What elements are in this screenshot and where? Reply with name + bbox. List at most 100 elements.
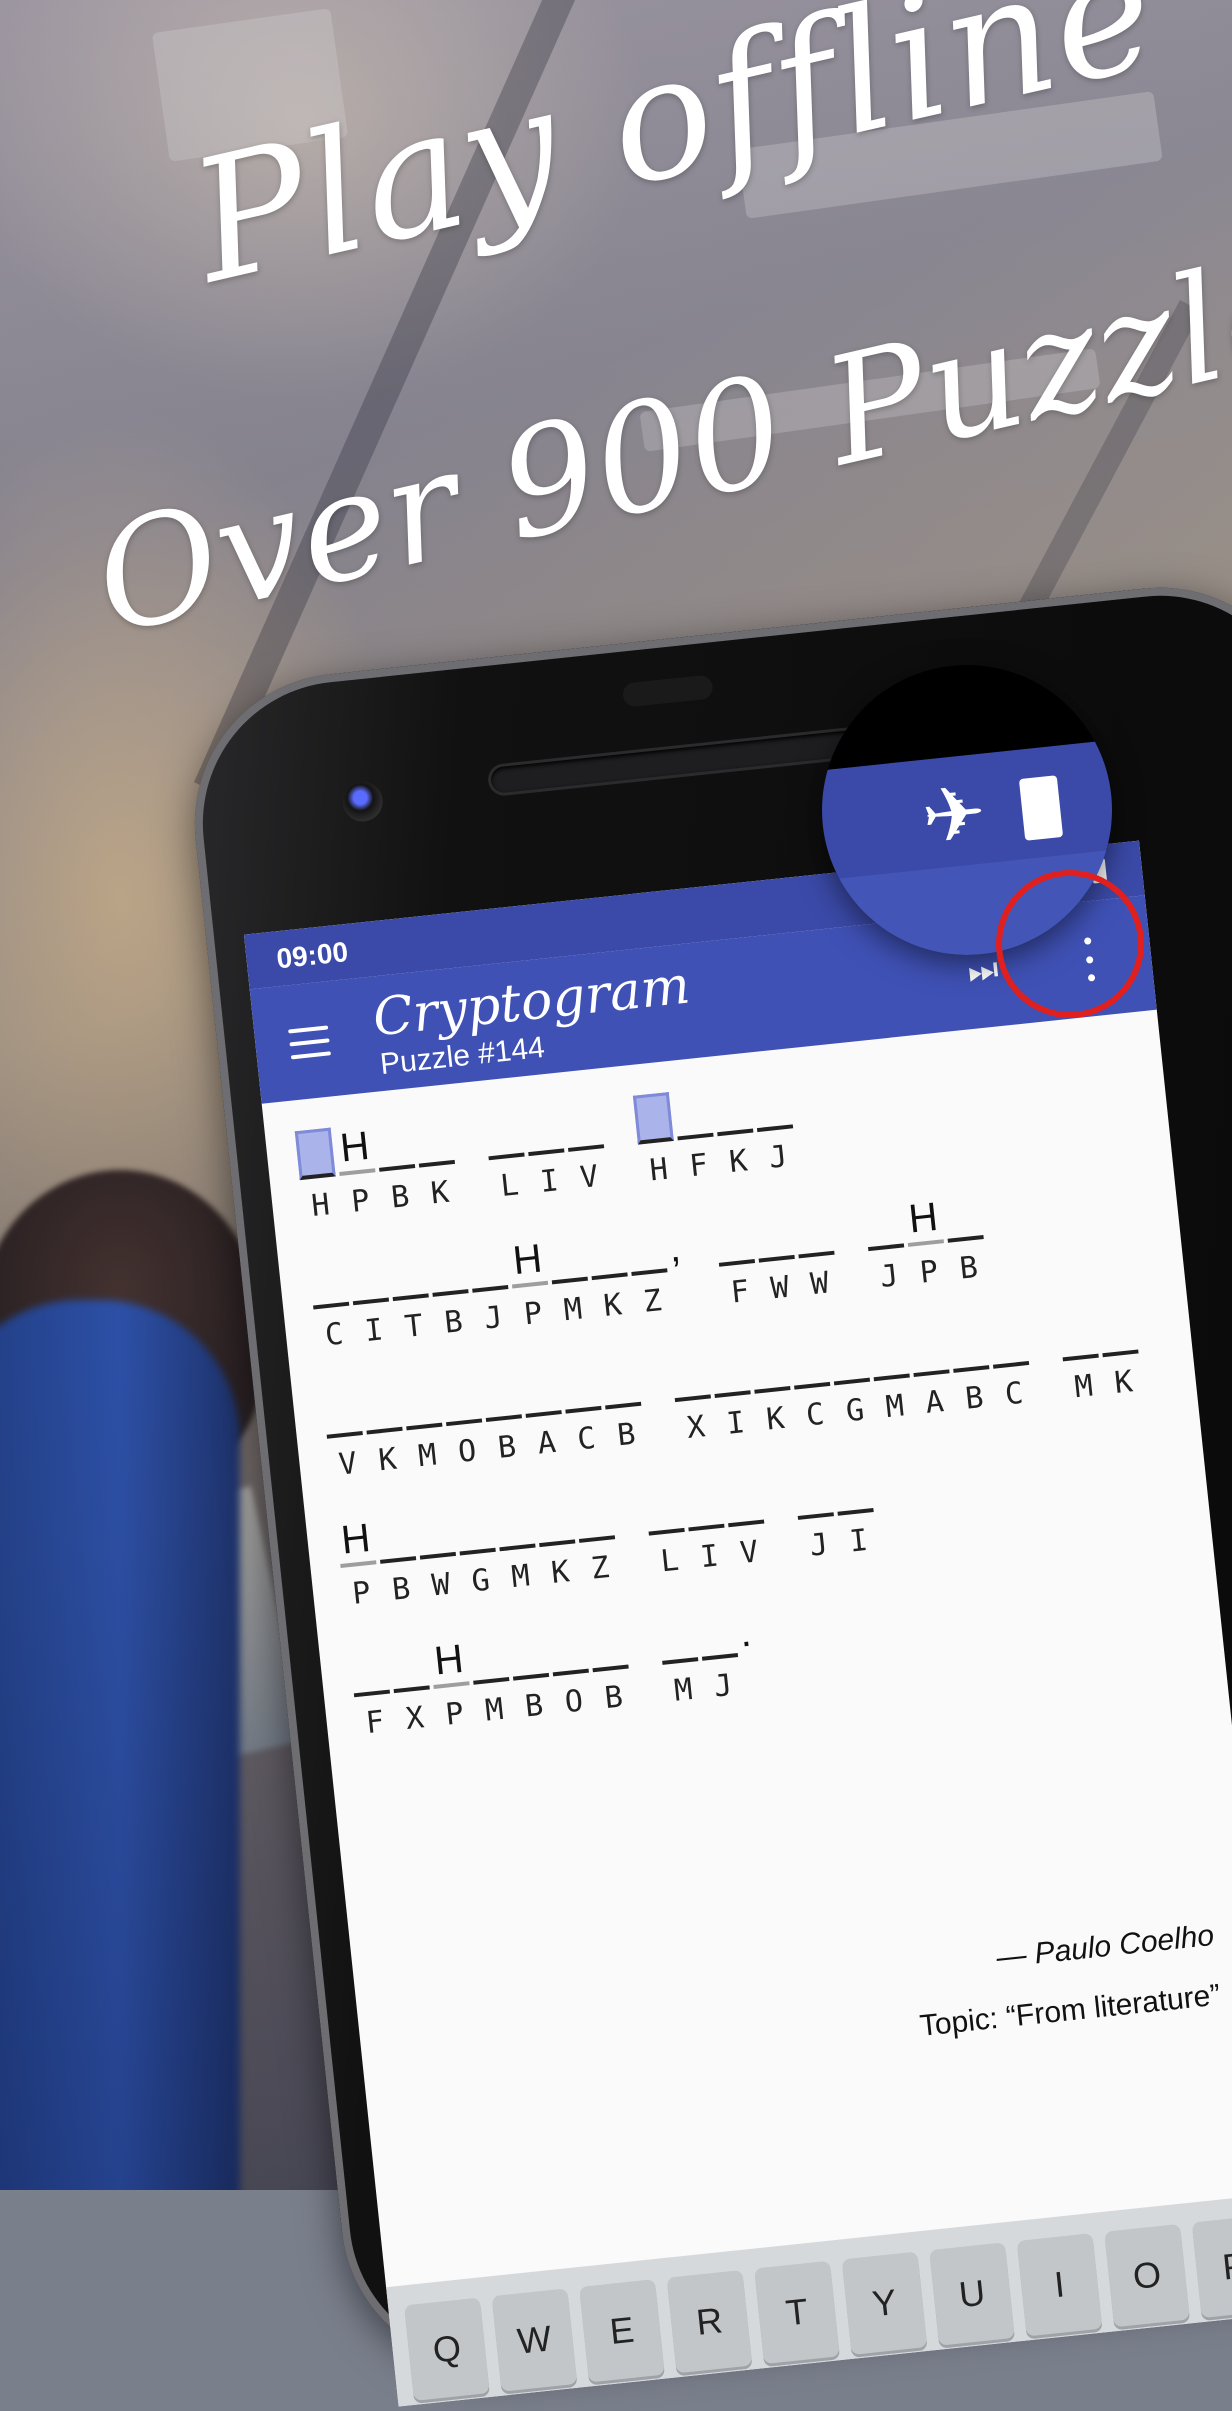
- answer-slot[interactable]: [669, 1348, 711, 1403]
- key-e[interactable]: E: [579, 2279, 665, 2383]
- letter-cell[interactable]: V: [321, 1385, 368, 1483]
- answer-slot[interactable]: [792, 1466, 834, 1520]
- letter-cell[interactable]: H: [294, 1127, 341, 1224]
- letter-cell[interactable]: J: [792, 1466, 839, 1564]
- answer-slot[interactable]: [467, 1239, 509, 1293]
- answer-slot[interactable]: [546, 1230, 588, 1285]
- letter-cell[interactable]: B: [600, 1355, 646, 1453]
- answer-slot[interactable]: [454, 1501, 496, 1556]
- letter-cell[interactable]: HP: [335, 1514, 381, 1612]
- answer-slot[interactable]: [508, 1627, 550, 1681]
- letter-cell[interactable]: C: [560, 1360, 607, 1457]
- letter-cell[interactable]: L: [483, 1106, 530, 1204]
- answer-slot[interactable]: [574, 1489, 616, 1543]
- answer-slot[interactable]: [308, 1255, 350, 1310]
- answer-slot[interactable]: [643, 1482, 685, 1536]
- letter-cell[interactable]: Z: [574, 1489, 620, 1587]
- answer-slot[interactable]: [600, 1355, 642, 1410]
- letter-cell[interactable]: K: [361, 1381, 408, 1478]
- letter-cell[interactable]: V: [723, 1473, 769, 1571]
- answer-slot[interactable]: [387, 1247, 429, 1302]
- letter-cell[interactable]: B: [375, 1510, 421, 1608]
- letter-cell[interactable]: A: [908, 1323, 955, 1421]
- answer-slot[interactable]: [414, 1506, 457, 1560]
- letter-cell[interactable]: K: [1097, 1303, 1144, 1401]
- letter-cell[interactable]: B: [427, 1243, 474, 1341]
- answer-slot[interactable]: [749, 1340, 791, 1394]
- answer-slot[interactable]: [441, 1372, 483, 1427]
- answer-slot[interactable]: H: [507, 1235, 549, 1289]
- answer-slot[interactable]: [657, 1611, 699, 1665]
- answer-slot[interactable]: [586, 1226, 628, 1281]
- letter-cell[interactable]: T: [387, 1247, 434, 1345]
- answer-slot[interactable]: [672, 1086, 714, 1141]
- answer-slot[interactable]: H: [902, 1193, 945, 1247]
- letter-cell[interactable]: K: [749, 1340, 795, 1438]
- letter-cell[interactable]: Z: [626, 1222, 673, 1320]
- key-r[interactable]: R: [666, 2269, 753, 2374]
- letter-cell[interactable]: F: [672, 1086, 719, 1184]
- key-p[interactable]: P: [1191, 2214, 1232, 2319]
- answer-slot[interactable]: [988, 1315, 1030, 1369]
- key-i[interactable]: I: [1016, 2233, 1103, 2337]
- answer-slot[interactable]: [480, 1368, 522, 1423]
- letter-cell[interactable]: K: [712, 1082, 758, 1180]
- letter-cell[interactable]: F: [714, 1213, 760, 1311]
- letter-cell[interactable]: M: [546, 1230, 593, 1328]
- key-t[interactable]: T: [754, 2260, 840, 2365]
- letter-cell[interactable]: O: [441, 1372, 487, 1470]
- letter-cell[interactable]: B: [942, 1189, 989, 1287]
- letter-cell[interactable]: I: [523, 1102, 569, 1200]
- letter-cell[interactable]: M: [401, 1376, 447, 1474]
- letter-cell[interactable]: W: [414, 1506, 461, 1603]
- letter-cell[interactable]: I: [348, 1251, 394, 1349]
- letter-cell[interactable]: I: [832, 1462, 879, 1560]
- answer-slot[interactable]: [948, 1319, 990, 1373]
- letter-cell[interactable]: M: [868, 1327, 915, 1425]
- letter-cell[interactable]: H: [632, 1092, 679, 1188]
- letter-cell[interactable]: G: [454, 1501, 501, 1599]
- letter-cell[interactable]: M: [657, 1611, 703, 1709]
- letter-cell[interactable]: J: [697, 1607, 743, 1705]
- letter-cell[interactable]: W: [793, 1204, 840, 1302]
- answer-slot[interactable]: [793, 1204, 835, 1259]
- answer-slot[interactable]: [374, 1118, 416, 1172]
- answer-slot[interactable]: [789, 1336, 831, 1390]
- answer-slot[interactable]: H: [428, 1635, 470, 1689]
- answer-slot[interactable]: [626, 1222, 668, 1276]
- answer-slot[interactable]: [547, 1622, 589, 1677]
- answer-slot[interactable]: [494, 1497, 536, 1552]
- answer-slot[interactable]: [520, 1364, 562, 1418]
- answer-slot[interactable]: [375, 1510, 417, 1564]
- letter-cell[interactable]: J: [752, 1078, 798, 1176]
- letter-cell[interactable]: I: [709, 1344, 756, 1442]
- answer-slot[interactable]: [908, 1323, 950, 1378]
- answer-slot[interactable]: [697, 1607, 739, 1661]
- letter-cell[interactable]: V: [563, 1098, 609, 1196]
- key-o[interactable]: O: [1104, 2223, 1190, 2328]
- answer-slot[interactable]: [714, 1213, 756, 1267]
- hamburger-menu-icon[interactable]: [288, 1025, 332, 1060]
- letter-cell[interactable]: L: [643, 1482, 690, 1579]
- answer-slot[interactable]: [868, 1327, 910, 1382]
- letter-cell[interactable]: HP: [334, 1122, 380, 1220]
- answer-slot[interactable]: [483, 1106, 525, 1161]
- answer-slot[interactable]: [388, 1639, 430, 1694]
- answer-slot[interactable]: [361, 1381, 403, 1435]
- letter-cell[interactable]: C: [789, 1336, 835, 1433]
- letter-cell[interactable]: J: [467, 1239, 513, 1337]
- answer-slot[interactable]: [942, 1189, 984, 1243]
- answer-slot[interactable]: [723, 1473, 765, 1528]
- answer-slot[interactable]: [534, 1493, 576, 1548]
- key-y[interactable]: Y: [841, 2251, 928, 2355]
- letter-cell[interactable]: A: [520, 1364, 567, 1462]
- key-w[interactable]: W: [491, 2288, 578, 2392]
- letter-cell[interactable]: X: [388, 1639, 435, 1737]
- answer-slot[interactable]: [349, 1643, 391, 1698]
- letter-cell[interactable]: B: [374, 1118, 420, 1216]
- answer-slot[interactable]: [587, 1618, 629, 1673]
- letter-cell[interactable]: B: [587, 1618, 634, 1716]
- answer-slot[interactable]: [427, 1243, 469, 1297]
- answer-slot[interactable]: [863, 1197, 905, 1252]
- key-q[interactable]: Q: [404, 2297, 490, 2401]
